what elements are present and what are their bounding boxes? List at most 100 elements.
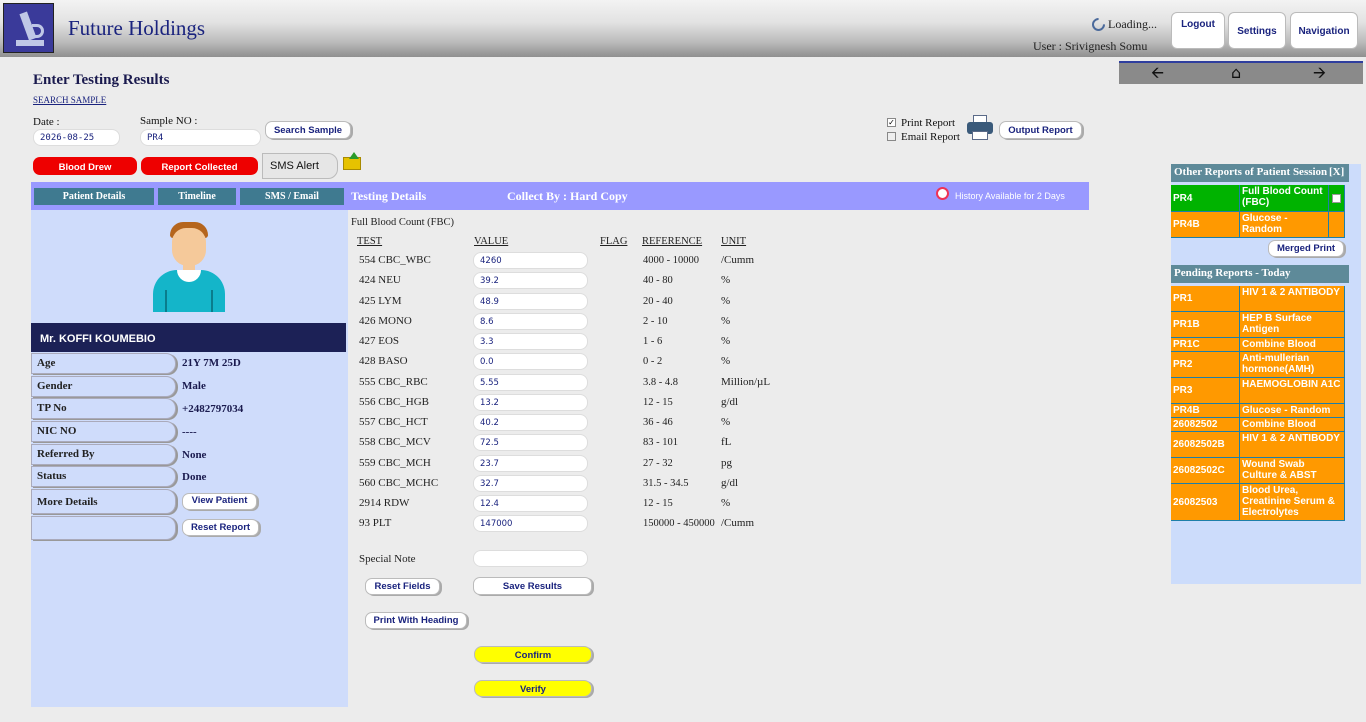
search-sample-link[interactable]: SEARCH SAMPLE [33,95,106,105]
unit-cell: /Cumm [721,517,755,529]
status-label: Status [31,466,176,487]
pending-report-id[interactable]: 26082502 [1171,418,1240,432]
date-input[interactable]: 2026-08-25 [33,129,120,146]
unit-cell: /Cumm [721,254,755,266]
reference-range-cell: 83 - 101 [643,437,678,448]
forward-arrow-icon[interactable]: 🡪 [1313,63,1326,83]
pending-report-test[interactable]: Wound Swab Culture & ABST [1240,458,1345,484]
test-value-input[interactable]: 23.7 [473,455,588,472]
gender-label: Gender [31,376,176,397]
test-value-input[interactable]: 72.5 [473,434,588,451]
pending-report-test[interactable]: HEP B Surface Antigen [1240,312,1345,338]
search-sample-button[interactable]: Search Sample [265,121,351,139]
merged-print-button[interactable]: Merged Print [1268,240,1344,257]
test-name-cell: 560 CBC_MCHC [359,477,439,489]
sample-no-input[interactable]: PR4 [140,129,261,146]
home-icon[interactable]: ⌂ [1231,63,1241,83]
test-name-cell: 555 CBC_RBC [359,376,428,388]
microscope-logo-icon [3,3,54,53]
back-arrow-icon[interactable]: 🡨 [1151,63,1164,83]
other-report-id[interactable]: PR4 [1171,185,1240,212]
other-report-test[interactable]: Full Blood Count (FBC) [1240,185,1329,212]
test-name: Full Blood Count (FBC) [351,217,454,228]
pending-report-id[interactable]: PR1 [1171,286,1240,312]
brand-name: Future Holdings [68,16,206,40]
settings-button[interactable]: Settings [1228,12,1286,49]
verify-button[interactable]: Verify [474,680,592,697]
test-name-cell: 93 PLT [359,517,392,529]
pending-report-id[interactable]: 26082502B [1171,432,1240,458]
other-report-test[interactable]: Glucose - Random [1240,212,1329,238]
output-report-button[interactable]: Output Report [999,121,1082,139]
test-value-input[interactable]: 13.2 [473,394,588,411]
test-value-input[interactable]: 8.6 [473,313,588,330]
unit-cell: g/dl [721,396,739,408]
printer-icon[interactable] [966,114,994,142]
close-reports-button[interactable]: [X] [1329,166,1344,178]
blood-drew-button[interactable]: Blood Drew [33,157,137,175]
pending-report-id[interactable]: PR1B [1171,312,1240,338]
test-value-input[interactable]: 5.55 [473,374,588,391]
envelope-icon [343,152,361,170]
navigation-button[interactable]: Navigation [1290,12,1358,49]
test-name-cell: 424 NEU [359,274,401,286]
unit-cell: % [721,416,731,428]
test-value-input[interactable]: 48.9 [473,293,588,310]
test-value-input[interactable]: 39.2 [473,272,588,289]
other-report-id[interactable]: PR4B [1171,212,1240,238]
tab-sms-email[interactable]: SMS / Email [240,188,344,205]
pending-report-test[interactable]: HIV 1 & 2 ANTIBODY [1240,286,1345,312]
test-value-input[interactable]: 4260 [473,252,588,269]
sms-alert-button[interactable]: SMS Alert [262,153,338,179]
more-details-label: More Details [31,489,176,514]
reference-range-cell: 2 - 10 [643,316,668,327]
pending-report-test[interactable]: Blood Urea, Creatinine Serum & Electroly… [1240,484,1345,521]
pending-report-test[interactable]: HIV 1 & 2 ANTIBODY [1240,432,1345,458]
pending-report-id[interactable]: PR4B [1171,404,1240,418]
other-report-checkbox[interactable] [1332,194,1341,203]
print-report-checkbox[interactable]: ✓ [887,118,896,127]
pending-report-test[interactable]: Combine Blood Tests [1240,338,1345,352]
pending-report-id[interactable]: 26082502C [1171,458,1240,484]
pending-report-id[interactable]: 26082503 [1171,484,1240,521]
confirm-button[interactable]: Confirm [474,646,592,663]
test-value-input[interactable]: 40.2 [473,414,588,431]
sample-no-label: Sample NO : [140,115,198,127]
reset-report-button[interactable]: Reset Report [182,519,259,536]
test-name-cell: 426 MONO [359,315,412,327]
pending-report-test[interactable]: Combine Blood Tests [1240,418,1345,432]
logout-button[interactable]: Logout [1171,12,1225,49]
pending-report-test[interactable]: HAEMOGLOBIN A1C [1240,378,1345,404]
test-value-input[interactable]: 32.7 [473,475,588,492]
tab-patient-details[interactable]: Patient Details [34,188,154,205]
test-value-input[interactable]: 147000 [473,515,588,532]
other-report-checkbox-cell [1329,185,1345,212]
pending-report-id[interactable]: PR3 [1171,378,1240,404]
test-value-input[interactable]: 12.4 [473,495,588,512]
gender-value: Male [182,380,206,392]
reference-range-cell: 3.8 - 4.8 [643,377,678,388]
test-value-input[interactable]: 3.3 [473,333,588,350]
email-report-checkbox[interactable] [887,132,896,141]
tab-timeline[interactable]: Timeline [158,188,236,205]
test-name-cell: 428 BASO [359,355,408,367]
pending-report-id[interactable]: PR1C [1171,338,1240,352]
test-name-cell: 557 CBC_HCT [359,416,428,428]
test-value-input[interactable]: 0.0 [473,353,588,370]
col-unit: UNIT [721,236,747,247]
reference-range-cell: 12 - 15 [643,397,673,408]
print-with-heading-button[interactable]: Print With Heading [365,612,467,629]
pending-report-test[interactable]: Anti-mullerian hormone(AMH) [1240,352,1345,378]
special-note-input[interactable] [473,550,588,567]
referred-by-value: None [182,449,207,461]
col-flag: FLAG [600,236,628,247]
reference-range-cell: 27 - 32 [643,458,673,469]
pending-report-test[interactable]: Glucose - Random [1240,404,1345,418]
save-results-button[interactable]: Save Results [473,577,592,595]
test-name-cell: 427 EOS [359,335,400,347]
pending-report-id[interactable]: PR2 [1171,352,1240,378]
view-patient-button[interactable]: View Patient [182,493,257,510]
reset-fields-button[interactable]: Reset Fields [365,578,440,595]
report-collected-button[interactable]: Report Collected [141,157,258,175]
nic-no-label: NIC NO [31,421,176,442]
